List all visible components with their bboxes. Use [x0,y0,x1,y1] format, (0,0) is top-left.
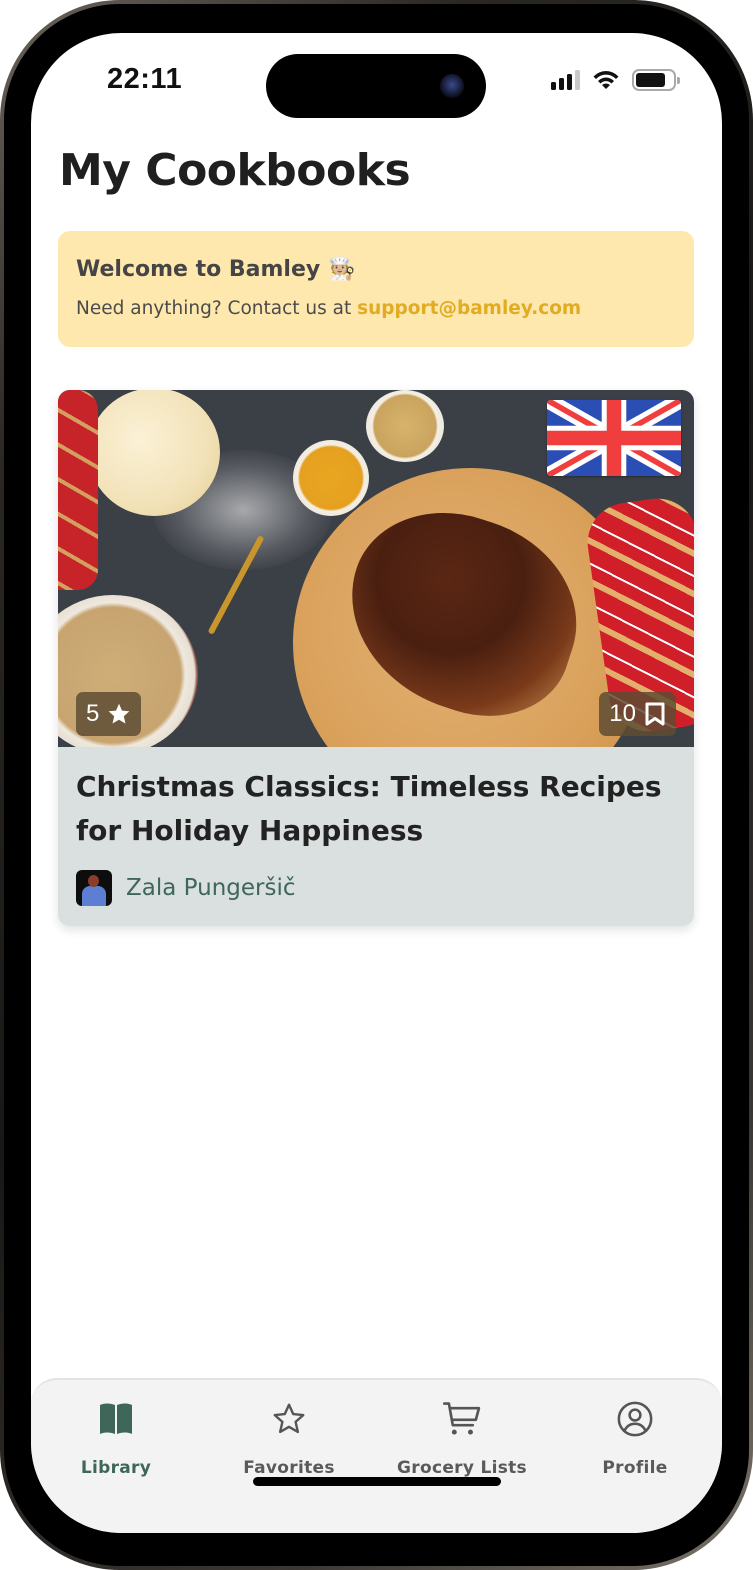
bookmark-icon [645,702,665,726]
cellular-signal-icon [551,70,580,90]
welcome-message: Need anything? Contact us at support@bam… [76,298,676,319]
battery-icon [632,69,680,91]
welcome-title: Welcome to Bamley 🧑🏼‍🍳 [76,257,676,282]
user-circle-icon [617,1401,653,1437]
rating-value: 5 [86,700,100,727]
tab-bar: Library Favorites Grocery Lists Profile [31,1378,722,1533]
status-time: 22:11 [107,63,183,95]
home-indicator[interactable] [253,1477,501,1486]
tab-grocery-lists[interactable]: Grocery Lists [382,1400,542,1478]
dynamic-island [266,54,486,118]
star-outline-icon [273,1403,305,1434]
support-email-link[interactable]: support@bamley.com [357,298,581,319]
cookbook-title: Christmas Classics: Timeless Recipes for… [76,770,662,847]
book-open-icon [100,1403,132,1434]
recipe-count-badge: 10 [599,692,676,736]
status-icons [551,68,680,92]
page-title: My Cookbooks [59,145,411,196]
tab-library[interactable]: Library [36,1400,196,1478]
tab-favorites-label: Favorites [243,1458,335,1478]
welcome-banner: Welcome to Bamley 🧑🏼‍🍳 Need anything? Co… [58,231,694,347]
rating-badge: 5 [76,692,142,736]
camera-icon [440,74,464,98]
tab-profile-label: Profile [602,1458,668,1478]
recipe-count-value: 10 [609,700,636,727]
screen: 22:11 My Cookbooks Welcome to Bamley 🧑🏼‍… [31,33,722,1533]
welcome-message-text: Need anything? Contact us at [76,298,352,319]
cookbook-cover-image: 5 10 [58,390,694,747]
uk-flag-icon [547,400,681,476]
tab-favorites[interactable]: Favorites [209,1400,369,1478]
tab-grocery-lists-label: Grocery Lists [397,1458,527,1478]
shopping-cart-icon [443,1402,481,1435]
cookbook-card[interactable]: 5 10 Christmas Classics: Timeless Recipe… [58,390,694,926]
tab-profile[interactable]: Profile [555,1400,715,1478]
star-icon [108,703,130,724]
cookbook-author[interactable]: Zala Pungeršič [76,870,296,906]
author-avatar [76,870,112,906]
welcome-title-text: Welcome to Bamley [76,257,321,282]
author-name: Zala Pungeršič [126,875,296,901]
wifi-icon [593,71,619,89]
chef-emoji-icon: 🧑🏼‍🍳 [328,257,356,282]
tab-library-label: Library [80,1458,152,1478]
